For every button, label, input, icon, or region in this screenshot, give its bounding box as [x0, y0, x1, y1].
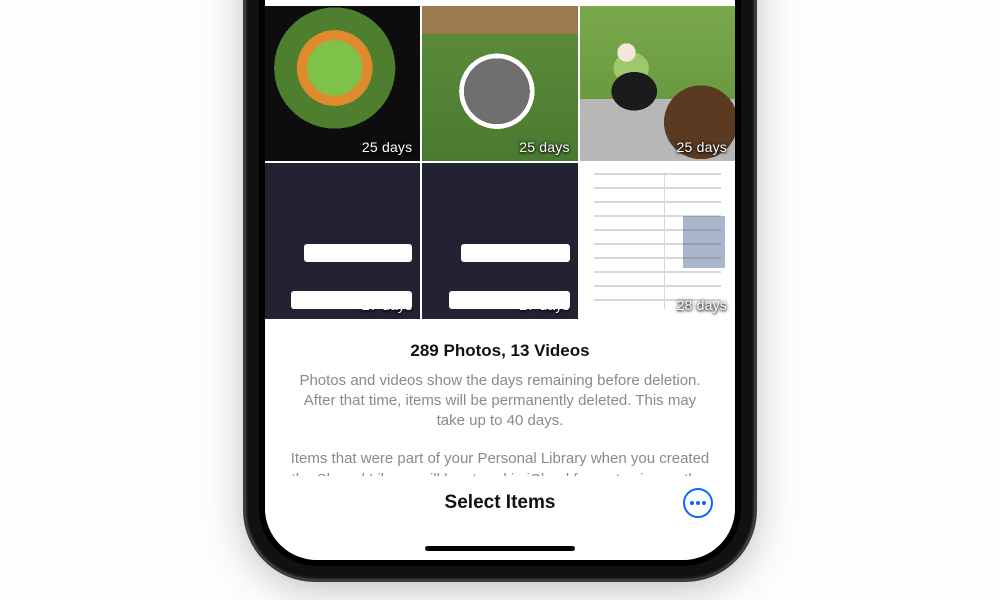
grid-item[interactable]: 27 days	[265, 163, 420, 318]
photo-grid: 25 days 25 days 25 days 27 days 27 days	[265, 6, 735, 319]
bottom-action-bar: Select Items	[265, 476, 735, 560]
grid-item[interactable]: 27 days	[422, 163, 577, 318]
days-remaining-label: 25 days	[519, 139, 569, 155]
grid-footer: 289 Photos, 13 Videos Photos and videos …	[265, 319, 735, 498]
deletion-policy-text: Photos and videos show the days remainin…	[289, 371, 711, 432]
select-items-title: Select Items	[445, 492, 556, 514]
grid-item[interactable]: 25 days	[265, 6, 420, 161]
ellipsis-icon	[702, 501, 706, 505]
grid-item[interactable]: 28 days	[580, 163, 735, 318]
ellipsis-icon	[696, 501, 700, 505]
phone-bezel: 25 days 25 days 25 days 27 days 27 days	[259, 0, 741, 566]
home-indicator[interactable]	[425, 546, 575, 551]
days-remaining-label: 25 days	[362, 139, 412, 155]
grid-item[interactable]: 25 days	[580, 6, 735, 161]
grid-item[interactable]: 25 days	[422, 6, 577, 161]
phone-frame: 25 days 25 days 25 days 27 days 27 days	[245, 0, 755, 580]
days-remaining-label: 27 days	[519, 297, 569, 313]
days-remaining-label: 25 days	[677, 139, 727, 155]
days-remaining-label: 27 days	[362, 297, 412, 313]
phone-screen: 25 days 25 days 25 days 27 days 27 days	[265, 0, 735, 560]
ellipsis-icon	[690, 501, 694, 505]
more-options-button[interactable]	[683, 488, 713, 518]
item-count-summary: 289 Photos, 13 Videos	[289, 341, 711, 361]
days-remaining-label: 28 days	[677, 297, 727, 313]
